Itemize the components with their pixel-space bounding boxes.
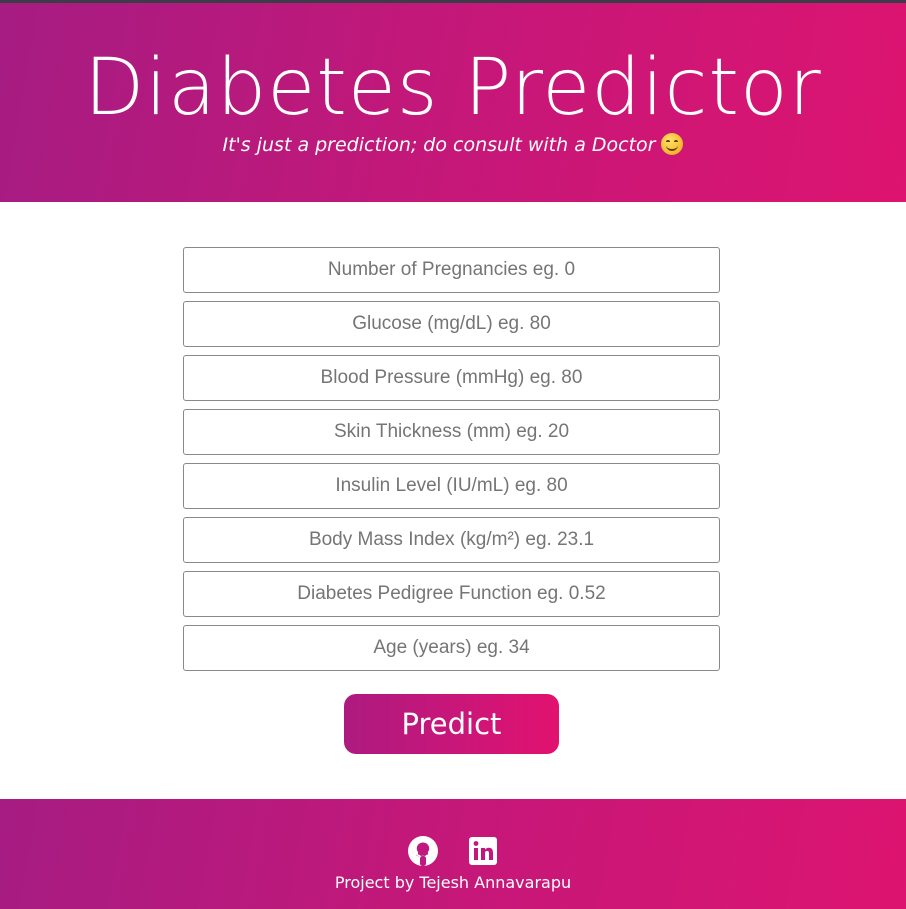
pedigree-function-input[interactable] bbox=[183, 571, 720, 617]
page-footer: Project by Tejesh Annavarapu bbox=[0, 799, 906, 909]
page-subtitle: It's just a prediction; do consult with … bbox=[0, 131, 906, 159]
page-title: Diabetes Predictor bbox=[84, 43, 822, 133]
predict-button[interactable]: Predict bbox=[344, 694, 559, 754]
insulin-input[interactable] bbox=[183, 463, 720, 509]
glucose-input[interactable] bbox=[183, 301, 720, 347]
bmi-input[interactable] bbox=[183, 517, 720, 563]
skin-thickness-input[interactable] bbox=[183, 409, 720, 455]
linkedin-icon[interactable] bbox=[467, 835, 499, 867]
footer-credit: Project by Tejesh Annavarapu bbox=[334, 873, 572, 892]
github-icon[interactable] bbox=[407, 835, 439, 867]
subtitle-text: It's just a prediction; do consult with … bbox=[222, 134, 656, 156]
smiling-face-icon bbox=[661, 133, 684, 155]
blood-pressure-input[interactable] bbox=[183, 355, 720, 401]
page-header: Diabetes Predictor It's just a predictio… bbox=[0, 3, 906, 202]
pregnancies-input[interactable] bbox=[183, 247, 720, 293]
age-input[interactable] bbox=[183, 625, 720, 671]
prediction-form bbox=[183, 247, 720, 679]
social-links bbox=[0, 835, 906, 867]
